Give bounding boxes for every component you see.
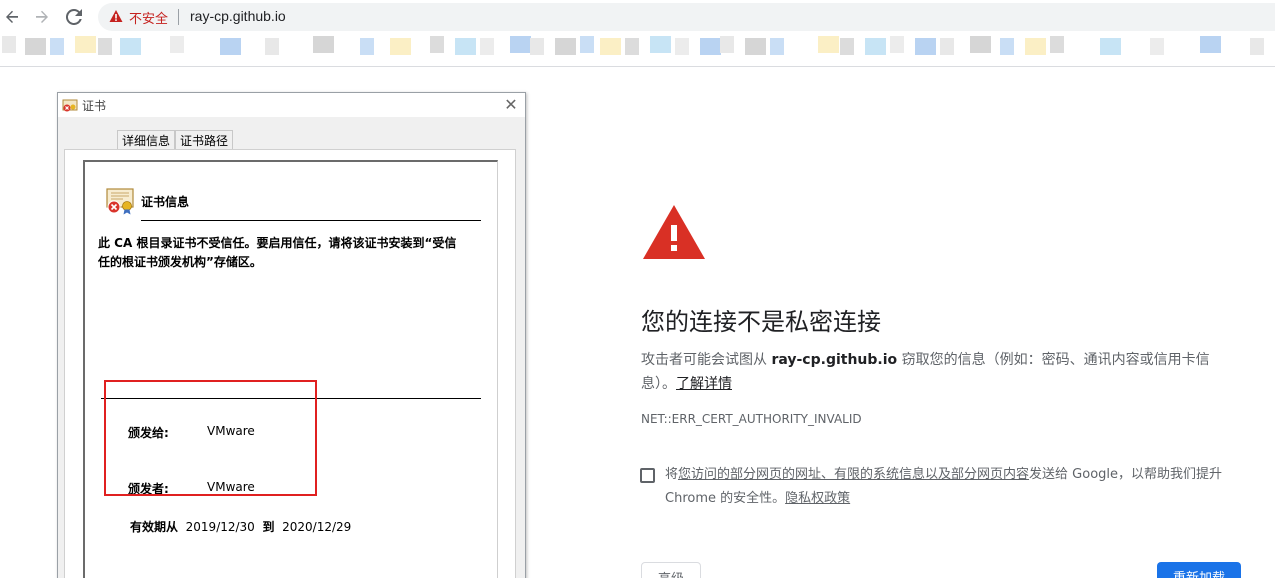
- blurred-bookmark[interactable]: [430, 36, 444, 53]
- learn-more-link[interactable]: 了解详情: [676, 376, 732, 392]
- highlight-annotation: [104, 380, 317, 496]
- blurred-bookmark[interactable]: [25, 38, 46, 55]
- forward-arrow-icon: [36, 10, 48, 23]
- blurred-bookmark[interactable]: [75, 36, 96, 53]
- url-text[interactable]: ray-cp.github.io: [190, 8, 286, 24]
- forward-button[interactable]: [32, 7, 52, 27]
- reload-button[interactable]: 重新加载: [1157, 562, 1241, 578]
- blurred-bookmark[interactable]: [510, 36, 531, 53]
- blurred-bookmark[interactable]: [580, 36, 594, 53]
- reload-icon: [66, 9, 82, 25]
- optin-details-link[interactable]: 您访问的部分网页的网址、有限的系统信息以及部分网页内容: [678, 467, 1029, 482]
- back-button[interactable]: [2, 7, 22, 27]
- privacy-policy-link[interactable]: 隐私权政策: [785, 491, 850, 506]
- blurred-bookmark[interactable]: [265, 38, 279, 55]
- blurred-bookmark[interactable]: [220, 38, 241, 55]
- bookmarks-bar: [0, 34, 1275, 67]
- blurred-bookmark[interactable]: [940, 38, 954, 55]
- blurred-bookmark[interactable]: [625, 38, 639, 55]
- blurred-bookmark[interactable]: [600, 38, 621, 55]
- valid-to: 2020/12/29: [282, 520, 352, 534]
- certificate-info-title: 证书信息: [141, 195, 190, 209]
- blurred-bookmark[interactable]: [970, 36, 991, 53]
- blurred-bookmark[interactable]: [313, 36, 334, 53]
- blurred-bookmark[interactable]: [818, 36, 839, 53]
- not-secure-label[interactable]: 不安全: [129, 8, 168, 27]
- blurred-bookmark[interactable]: [170, 36, 184, 53]
- validity-period: 有效期从 2019/12/30 到 2020/12/29: [130, 518, 351, 535]
- blurred-bookmark[interactable]: [745, 38, 766, 55]
- address-bar[interactable]: 不安全 ray-cp.github.io: [98, 3, 1275, 31]
- blurred-bookmark[interactable]: [555, 38, 576, 55]
- blurred-bookmark[interactable]: [530, 38, 544, 55]
- certificate-icon: [62, 99, 78, 112]
- browser-toolbar: 不安全 ray-cp.github.io: [0, 0, 1275, 34]
- untrusted-certificate-icon: [106, 188, 134, 215]
- blurred-bookmark[interactable]: [50, 38, 64, 55]
- valid-from: 2019/12/30: [185, 520, 255, 534]
- blurred-bookmark[interactable]: [770, 38, 784, 55]
- blurred-bookmark[interactable]: [480, 38, 494, 55]
- reload-toolbar-button[interactable]: [64, 7, 84, 27]
- blurred-bookmark[interactable]: [2, 36, 16, 53]
- blurred-bookmark[interactable]: [1150, 38, 1164, 55]
- blurred-bookmark[interactable]: [700, 38, 721, 55]
- blurred-bookmark[interactable]: [1250, 38, 1264, 55]
- page-title: 您的连接不是私密连接: [641, 308, 881, 336]
- untrusted-message: 此 CA 根目录证书不受信任。要启用信任，请将该证书安装到“受信任的根证书颁发机…: [98, 236, 457, 269]
- warning-triangle-icon: [643, 205, 705, 259]
- back-arrow-icon: [6, 10, 18, 23]
- validity-label: 有效期从: [130, 520, 179, 534]
- blurred-bookmark[interactable]: [865, 38, 886, 55]
- blurred-bookmark[interactable]: [1100, 38, 1121, 55]
- blurred-bookmark[interactable]: [1025, 38, 1046, 55]
- not-secure-warning-icon: [109, 10, 123, 22]
- dialog-titlebar: 证书 ✕: [58, 93, 525, 117]
- blurred-bookmark[interactable]: [890, 36, 904, 53]
- dialog-title: 证书: [82, 99, 107, 113]
- optin-prefix: 将: [665, 467, 679, 482]
- send-report-text: 将您访问的部分网页的网址、有限的系统信息以及部分网页内容发送给 Google，以…: [665, 463, 1245, 511]
- close-icon[interactable]: ✕: [502, 96, 520, 114]
- blurred-bookmark[interactable]: [120, 38, 141, 55]
- desc-before: 攻击者可能会试图从: [641, 352, 767, 368]
- advanced-button[interactable]: 高级: [641, 562, 701, 578]
- send-report-checkbox[interactable]: [640, 468, 655, 483]
- divider: [141, 220, 481, 221]
- blurred-bookmark[interactable]: [720, 36, 734, 53]
- blurred-bookmark[interactable]: [360, 38, 374, 55]
- blurred-bookmark[interactable]: [1000, 38, 1014, 55]
- blurred-bookmark[interactable]: [1200, 36, 1221, 53]
- blurred-bookmark[interactable]: [650, 36, 671, 53]
- omnibox-separator: [178, 9, 179, 25]
- blurred-bookmark[interactable]: [915, 38, 936, 55]
- certificate-info-box: 证书信息 此 CA 根目录证书不受信任。要启用信任，请将该证书安装到“受信任的根…: [83, 160, 498, 578]
- blurred-bookmark[interactable]: [840, 38, 854, 55]
- blurred-bookmark[interactable]: [98, 38, 112, 55]
- error-code: NET::ERR_CERT_AUTHORITY_INVALID: [641, 412, 862, 426]
- general-tab-pane: 证书信息 此 CA 根目录证书不受信任。要启用信任，请将该证书安装到“受信任的根…: [64, 149, 516, 578]
- desc-host: ray-cp.github.io: [771, 352, 898, 368]
- blurred-bookmark[interactable]: [390, 38, 411, 55]
- blurred-bookmark[interactable]: [1050, 36, 1064, 53]
- warning-description: 攻击者可能会试图从 ray-cp.github.io 窃取您的信息（例如：密码、…: [641, 348, 1241, 396]
- blurred-bookmark[interactable]: [675, 38, 689, 55]
- blurred-bookmark[interactable]: [455, 38, 476, 55]
- validity-to-label: 到: [262, 520, 275, 534]
